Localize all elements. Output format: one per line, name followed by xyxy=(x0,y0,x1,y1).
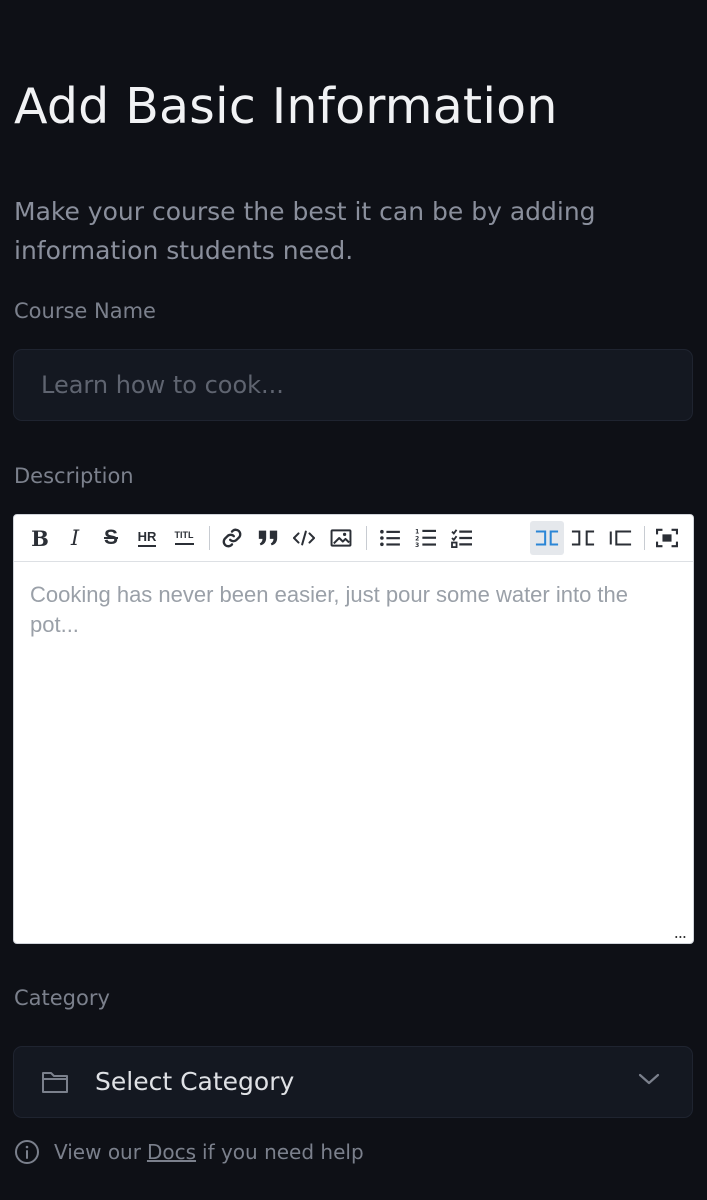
unordered-list-icon xyxy=(380,529,400,547)
bold-icon: B xyxy=(31,525,49,551)
ordered-list-button[interactable]: 123 xyxy=(409,521,443,555)
heading-button[interactable]: TITL xyxy=(167,521,201,555)
course-name-label: Course Name xyxy=(14,299,156,323)
side-by-side-icon xyxy=(535,530,559,546)
description-textarea[interactable]: Cooking has never been easier, just pour… xyxy=(14,562,693,943)
unordered-list-button[interactable] xyxy=(373,521,407,555)
page-subtitle: Make your course the best it can be by a… xyxy=(14,197,596,265)
chevron-down-icon xyxy=(638,1073,660,1085)
help-suffix: if you need help xyxy=(202,1140,364,1164)
image-button[interactable] xyxy=(324,521,358,555)
markdown-editor: B I S HR TITL 123 Cooking has never been… xyxy=(13,514,694,944)
bold-button[interactable]: B xyxy=(23,521,57,555)
ordered-list-icon: 123 xyxy=(415,529,436,548)
toolbar-divider xyxy=(644,526,645,550)
folder-icon xyxy=(42,1072,68,1093)
fullscreen-icon xyxy=(656,528,678,548)
docs-link[interactable]: Docs xyxy=(147,1140,196,1164)
italic-button[interactable]: I xyxy=(58,521,92,555)
course-name-input[interactable] xyxy=(13,349,693,421)
toolbar-divider xyxy=(209,526,210,550)
quote-icon xyxy=(258,530,278,546)
svg-text:2: 2 xyxy=(415,536,419,542)
side-by-side-button[interactable] xyxy=(530,521,564,555)
checklist-icon xyxy=(451,529,472,548)
svg-text:3: 3 xyxy=(415,543,419,548)
preview-button[interactable] xyxy=(566,521,600,555)
preview-icon xyxy=(571,530,595,546)
edit-mode-icon xyxy=(609,530,632,546)
link-icon xyxy=(222,528,242,548)
category-select[interactable]: Select Category xyxy=(13,1046,693,1118)
category-label: Category xyxy=(14,986,110,1010)
quote-button[interactable] xyxy=(251,521,285,555)
code-button[interactable] xyxy=(287,521,321,555)
description-placeholder: Cooking has never been easier, just pour… xyxy=(30,582,629,637)
strikethrough-icon: S xyxy=(103,526,118,549)
heading-icon: TITL xyxy=(174,531,194,545)
category-selected-value: Select Category xyxy=(95,1067,295,1096)
checklist-button[interactable] xyxy=(445,521,479,555)
horizontal-rule-button[interactable]: HR xyxy=(130,521,164,555)
italic-icon: I xyxy=(70,526,80,550)
horizontal-rule-icon: HR xyxy=(137,530,157,547)
edit-mode-button[interactable] xyxy=(603,521,637,555)
help-text: View our Docs if you need help xyxy=(14,1138,364,1166)
image-icon xyxy=(330,529,352,547)
svg-text:1: 1 xyxy=(415,529,419,535)
strikethrough-button[interactable]: S xyxy=(94,521,128,555)
info-icon xyxy=(14,1139,40,1165)
code-icon xyxy=(293,530,315,546)
toolbar-divider xyxy=(366,526,367,550)
editor-toolbar: B I S HR TITL 123 xyxy=(14,515,693,562)
link-button[interactable] xyxy=(215,521,249,555)
page-title: Add Basic Information xyxy=(14,78,558,135)
resize-handle[interactable]: ... xyxy=(674,925,687,941)
fullscreen-button[interactable] xyxy=(650,521,684,555)
help-prefix: View our xyxy=(54,1140,141,1164)
description-label: Description xyxy=(14,464,134,488)
